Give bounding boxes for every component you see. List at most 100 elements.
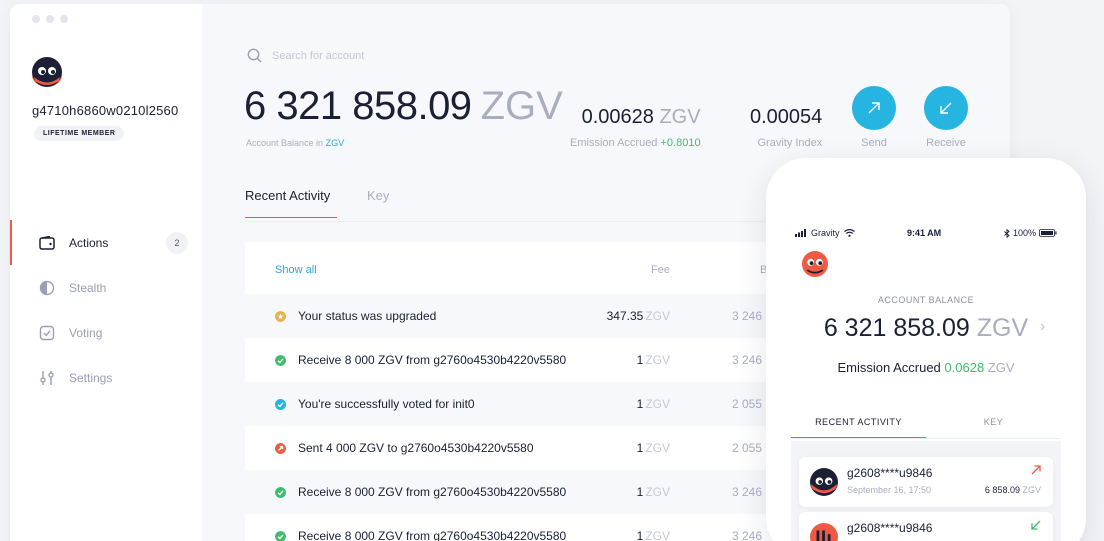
row-fee-value: 347.35 — [606, 309, 644, 323]
emission-amount: 0.00628 — [581, 106, 654, 128]
card-amount: 6 858.09 ZGV — [985, 485, 1041, 495]
gravity-caption: Gravity Index — [757, 137, 823, 149]
check-circle-icon — [275, 355, 286, 366]
row-fee: 1 ZGV — [637, 353, 670, 367]
table-row[interactable]: Receive 8 000 ZGV from g2760o4530b4220v5… — [245, 470, 805, 514]
search-input[interactable] — [272, 49, 472, 62]
phone-activity-list: g2608****u9846 September 16, 17:50 6 858… — [791, 441, 1061, 541]
receive-button[interactable] — [924, 86, 968, 130]
row-fee-value: 1 — [636, 397, 644, 411]
receive-label: Receive — [926, 137, 966, 149]
sidebar-item-actions[interactable]: Actions 2 — [10, 220, 202, 265]
phone-emission: Emission Accrued 0.0628 ZGV — [791, 360, 1061, 375]
table-row[interactable]: You're successfully voted for init0 1 ZGV 2… — [245, 382, 805, 426]
row-description: Receive 8 000 ZGV from g2760o4530b4220v5… — [298, 485, 567, 499]
row-description: Your status was upgraded — [298, 309, 437, 323]
column-header-fee: Fee — [651, 264, 670, 276]
sidebar-item-voting[interactable]: Voting — [10, 310, 202, 355]
arrow-up-right-icon — [1031, 465, 1041, 475]
show-all-link[interactable]: Show all — [275, 264, 317, 276]
sidebar-item-stealth[interactable]: Stealth — [10, 265, 202, 310]
check-circle-icon — [275, 487, 286, 498]
sidebar-item-settings[interactable]: Settings — [10, 355, 202, 400]
row-fee: 1 ZGV — [637, 397, 670, 411]
phone-balance: 6 321 858.09 ZGV — [791, 314, 1061, 343]
chevron-right-icon[interactable]: › — [1040, 318, 1045, 336]
row-description: Receive 8 000 ZGV from g2760o4530b4220v5… — [298, 353, 567, 367]
check-circle-icon — [275, 531, 286, 541]
arrow-up-right-icon — [868, 102, 880, 114]
row-description: You're successfully voted for init0 — [298, 397, 475, 411]
battery-percent: 100% — [1012, 228, 1036, 238]
phone-balance-unit: ZGV — [976, 314, 1029, 342]
stealth-icon — [38, 279, 56, 297]
row-description: Sent 4 000 ZGV to g2760o4530b4220v5580 — [298, 441, 534, 455]
emission-value: 0.00628 ZGV — [570, 106, 701, 129]
emission-unit: ZGV — [659, 106, 701, 128]
sidebar-item-label: Settings — [69, 370, 113, 385]
table-row[interactable]: Receive 8 000 ZGV from g2760o4530b4220v5… — [245, 514, 805, 541]
row-fee-value: 1 — [636, 441, 644, 455]
phone-activity-card[interactable]: g2608****u9846 September 16, 17:50 6 858… — [799, 457, 1053, 507]
row-fee-value: 1 — [636, 485, 644, 499]
emission-caption: Emission Accrued +0.8010 — [570, 137, 701, 149]
star-icon — [275, 311, 286, 322]
emission-change: +0.8010 — [660, 137, 701, 149]
activity-tabs: Recent Activity Key — [245, 188, 419, 218]
row-balance: 2 055 — [732, 397, 763, 411]
balance-caption-text: Account Balance in — [246, 138, 324, 148]
phone-emission-value: 0.0628 — [944, 360, 985, 375]
row-balance: 2 055 — [732, 441, 763, 455]
phone-tab-key[interactable]: KEY — [926, 413, 1061, 438]
row-fee-unit: ZGV — [645, 397, 670, 411]
balance-caption: Account Balance in ZGV — [246, 138, 344, 148]
sidebar: g4710h6860w0210l2560 LIFETIME MEMBER Act… — [10, 4, 202, 541]
phone-status-bar: Gravity 9:41 AM 100% — [795, 228, 1057, 240]
gravity-stat: 0.00054 Gravity Index — [750, 106, 822, 149]
row-fee-unit: ZGV — [645, 309, 670, 323]
activity-header: Show all Fee B — [245, 242, 805, 294]
row-fee-unit: ZGV — [645, 441, 670, 455]
member-badge: LIFETIME MEMBER — [34, 126, 125, 141]
phone-tab-recent-activity[interactable]: RECENT ACTIVITY — [791, 413, 926, 438]
row-balance: 3 246 — [732, 353, 763, 367]
wallet-icon — [38, 234, 56, 252]
phone-activity-card[interactable]: g2608****u9846 — [799, 512, 1053, 541]
signal-icon — [795, 229, 806, 237]
account-id: g4710h6860w0210l2560 — [32, 103, 179, 118]
sidebar-item-label: Stealth — [69, 280, 107, 295]
gravity-logo-icon — [32, 57, 62, 87]
send-button[interactable] — [852, 86, 896, 130]
tab-recent-activity[interactable]: Recent Activity — [245, 188, 337, 218]
balance-amount: 6 321 858.09 — [244, 84, 472, 128]
sidebar-item-label: Voting — [69, 325, 103, 340]
row-fee: 347.35 ZGV — [607, 309, 670, 323]
table-row[interactable]: Your status was upgraded 347.35 ZGV 3 246 — [245, 294, 805, 338]
card-date: September 16, 17:50 — [847, 485, 932, 495]
card-amount-value: 6 858.09 — [984, 485, 1020, 495]
table-row[interactable]: Receive 8 000 ZGV from g2760o4530b4220v5… — [245, 338, 805, 382]
emission-caption-text: Emission Accrued — [570, 137, 658, 149]
search-icon — [247, 48, 262, 63]
account-balance: 6 321 858.09 ZGV — [244, 84, 563, 129]
avatar — [810, 468, 838, 496]
row-fee-unit: ZGV — [645, 353, 670, 367]
row-balance: 3 246 — [732, 485, 763, 499]
checkbox-icon — [38, 324, 56, 342]
row-fee-value: 1 — [636, 529, 644, 541]
status-right: 100% — [1004, 228, 1057, 238]
phone-gravity-logo-icon — [802, 251, 828, 277]
row-fee-value: 1 — [636, 353, 644, 367]
activity-table: Show all Fee B Your status was upgraded 3… — [245, 242, 805, 541]
sliders-icon — [38, 369, 56, 387]
row-balance: 3 246 — [732, 309, 763, 323]
tab-key[interactable]: Key — [367, 188, 389, 218]
table-row[interactable]: Sent 4 000 ZGV to g2760o4530b4220v5580 1 Z… — [245, 426, 805, 470]
card-name: g2608****u9846 — [847, 466, 933, 480]
arrow-down-left-icon — [1031, 520, 1041, 530]
row-description: Receive 8 000 ZGV from g2760o4530b4220v5… — [298, 529, 567, 541]
search-bar — [247, 48, 472, 63]
actions-count-badge: 2 — [166, 232, 188, 254]
emission-stat: 0.00628 ZGV Emission Accrued +0.8010 — [570, 106, 701, 149]
balance-currency-link[interactable]: ZGV — [326, 138, 345, 148]
